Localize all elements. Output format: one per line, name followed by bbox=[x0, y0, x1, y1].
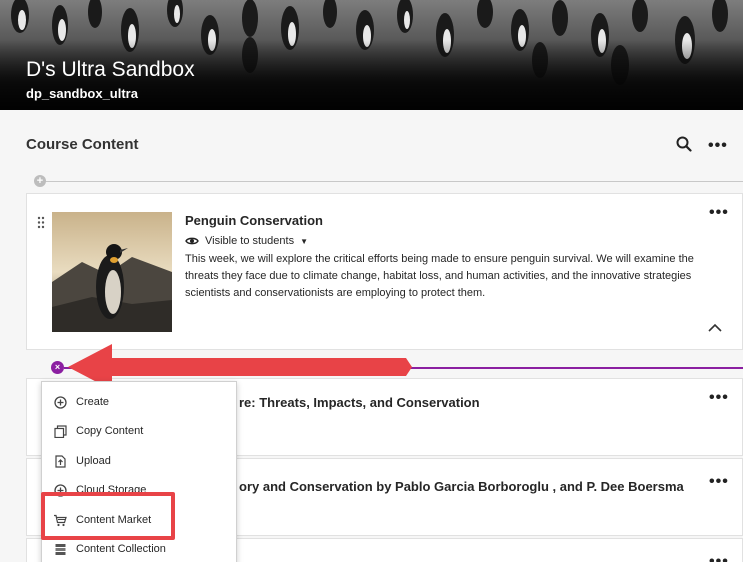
copy-icon bbox=[53, 424, 67, 438]
menu-item-label: Upload bbox=[76, 455, 111, 467]
close-insert-button[interactable]: × bbox=[51, 361, 64, 374]
search-icon[interactable] bbox=[676, 136, 694, 154]
menu-item-label: Content Collection bbox=[76, 543, 166, 555]
item-more-button[interactable]: ••• bbox=[709, 390, 729, 406]
course-banner: D's Ultra Sandbox dp_sandbox_ultra bbox=[0, 0, 743, 110]
menu-item-upload[interactable]: Upload bbox=[42, 447, 236, 475]
menu-item-label: Copy Content bbox=[76, 425, 144, 437]
course-id: dp_sandbox_ultra bbox=[26, 86, 138, 101]
menu-item-copy-content[interactable]: Copy Content bbox=[42, 417, 236, 445]
penguin-thumbnail bbox=[52, 212, 172, 332]
divider bbox=[40, 181, 743, 182]
item-description: This week, we will explore the critical … bbox=[185, 253, 694, 299]
menu-item-label: Create bbox=[76, 396, 110, 408]
item-more-button[interactable]: ••• bbox=[709, 474, 729, 490]
course-title: D's Ultra Sandbox bbox=[26, 58, 195, 81]
upload-icon bbox=[53, 454, 67, 468]
item-title[interactable]: re: Threats, Impacts, and Conservation bbox=[239, 395, 480, 410]
item-more-button[interactable]: ••• bbox=[709, 205, 729, 221]
content-item-card: Penguin Conservation Visible to students… bbox=[26, 193, 743, 350]
item-more-button[interactable]: ••• bbox=[709, 554, 729, 562]
item-title[interactable]: ory and Conservation by Pablo Garcia Bor… bbox=[239, 479, 684, 494]
collection-icon bbox=[53, 542, 67, 556]
annotation-highlight-box bbox=[41, 492, 175, 540]
visibility-dropdown[interactable]: Visible to students ▼ bbox=[185, 235, 308, 247]
item-title[interactable]: Penguin Conservation bbox=[185, 213, 323, 228]
page-title: Course Content bbox=[26, 136, 139, 153]
eye-icon bbox=[185, 237, 199, 245]
visibility-label: Visible to students bbox=[205, 235, 295, 247]
plus-circle-icon bbox=[53, 395, 67, 409]
chevron-up-icon[interactable] bbox=[707, 320, 723, 332]
course-content-more-button[interactable]: ••• bbox=[708, 138, 728, 154]
drag-handle-icon[interactable] bbox=[37, 216, 45, 229]
menu-item-create[interactable]: Create bbox=[42, 388, 236, 416]
caret-down-icon: ▼ bbox=[300, 236, 308, 246]
add-content-top-button[interactable]: + bbox=[34, 175, 46, 187]
